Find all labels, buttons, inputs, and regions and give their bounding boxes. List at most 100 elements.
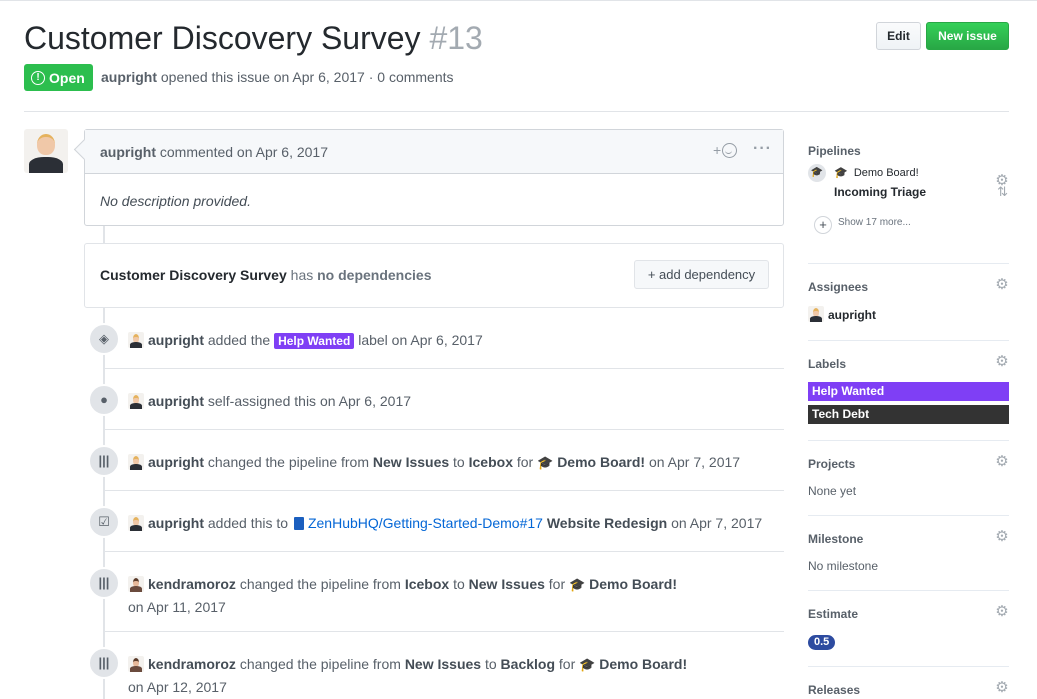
graduation-cap-icon: 🎓: [569, 577, 586, 592]
pipeline-to: Icebox: [468, 454, 513, 470]
event-separator: [104, 551, 784, 552]
comment-header: aupright commented on Apr 6, 2017 + ···: [85, 130, 783, 174]
gear-icon[interactable]: ⚙: [995, 604, 1009, 619]
issue-meta-text: opened this issue on Apr 6, 2017 · 0 com…: [160, 69, 454, 85]
event-action: added the: [207, 332, 271, 348]
add-reaction-button[interactable]: +: [713, 142, 738, 158]
event-user-link[interactable]: aupright: [148, 332, 204, 348]
epic-badge-icon: [293, 517, 304, 530]
event-separator: [104, 368, 784, 369]
user-avatar[interactable]: [128, 393, 144, 409]
dependencies-text: Customer Discovery Survey has no depende…: [100, 267, 431, 283]
sidebar-separator: [808, 590, 1009, 591]
event-date: on Apr 7, 2017: [648, 454, 741, 470]
gear-icon[interactable]: ⚙: [995, 354, 1009, 369]
show-more-label: Show 17 more...: [838, 217, 911, 228]
event-date: on Apr 12, 2017: [128, 679, 227, 695]
assignee-item[interactable]: aupright: [808, 306, 876, 322]
event-separator: [104, 429, 784, 430]
event-for-word: for: [516, 454, 534, 470]
pipeline-name[interactable]: Incoming Triage: [834, 185, 926, 199]
pipeline-icon: |||: [88, 567, 120, 599]
epic-name: Website Redesign: [546, 515, 668, 531]
sidebar-assignees: Assignees ⚙ aupright: [808, 277, 1009, 330]
pipeline-from: New Issues: [372, 454, 450, 470]
new-issue-button[interactable]: New issue: [926, 22, 1009, 50]
smiley-icon: [722, 143, 738, 158]
comment-action: commented on Apr 6, 2017: [159, 144, 328, 160]
sidebar-separator: [808, 515, 1009, 516]
event-separator: [104, 631, 784, 632]
gear-icon[interactable]: ⚙: [995, 454, 1009, 469]
sidebar-separator: [808, 263, 1009, 264]
dependencies-status: no dependencies: [317, 267, 432, 283]
label-tech-debt[interactable]: Tech Debt: [808, 405, 1009, 424]
edit-button[interactable]: Edit: [876, 22, 921, 50]
assignees-title: Assignees: [808, 280, 869, 294]
issue-author-link[interactable]: aupright: [101, 69, 157, 85]
issue-title-text: Customer Discovery Survey: [24, 20, 421, 56]
assignee-name: aupright: [828, 308, 876, 322]
help-wanted-label[interactable]: Help Wanted: [274, 333, 355, 349]
epic-icon: ☑: [88, 506, 120, 538]
labels-title: Labels: [808, 357, 847, 371]
event-user-link[interactable]: kendramoroz: [148, 656, 236, 672]
user-avatar[interactable]: [128, 332, 144, 348]
gear-icon[interactable]: ⚙: [995, 680, 1009, 695]
dependencies-has: has: [290, 267, 314, 283]
epic-link[interactable]: ZenHubHQ/Getting-Started-Demo#17: [308, 515, 543, 531]
event-user-link[interactable]: aupright: [148, 515, 204, 531]
issue-number: #13: [429, 20, 483, 56]
event-user-link[interactable]: aupright: [148, 454, 204, 470]
event-for-word: for: [548, 576, 566, 592]
milestone-title: Milestone: [808, 532, 864, 546]
dependencies-issue-name: Customer Discovery Survey: [100, 267, 287, 283]
plus-icon: +: [814, 216, 832, 234]
pipelines-title: Pipelines: [808, 144, 861, 158]
graduation-cap-icon: 🎓: [537, 455, 554, 470]
user-avatar[interactable]: [128, 576, 144, 592]
event-text: aupright self-assigned this on Apr 6, 20…: [128, 390, 411, 412]
event-text: kendramoroz changed the pipeline from Ne…: [128, 653, 687, 698]
pipeline-icon: |||: [88, 445, 120, 477]
pipeline-to: New Issues: [468, 576, 545, 592]
add-dependency-button[interactable]: + add dependency: [634, 260, 769, 289]
show-more-pipelines[interactable]: + Show 17 more...: [814, 216, 911, 234]
user-avatar[interactable]: [128, 656, 144, 672]
pipeline-from: New Issues: [404, 656, 482, 672]
event-user-link[interactable]: aupright: [148, 393, 204, 409]
pipeline-board-name: Demo Board!: [853, 167, 919, 179]
label-help-wanted[interactable]: Help Wanted: [808, 382, 1009, 401]
gear-icon[interactable]: ⚙: [995, 277, 1009, 292]
author-avatar[interactable]: [24, 129, 68, 173]
event-user-link[interactable]: kendramoroz: [148, 576, 236, 592]
projects-value: None yet: [808, 484, 857, 498]
event-text: kendramoroz changed the pipeline from Ic…: [128, 573, 677, 618]
event-to-word: to: [484, 656, 497, 672]
comment-author-link[interactable]: aupright: [100, 144, 156, 160]
comment-options-button[interactable]: ···: [753, 140, 772, 158]
comment-body: No description provided.: [100, 193, 251, 209]
gear-icon[interactable]: ⚙: [995, 529, 1009, 544]
pipeline-icon: |||: [88, 647, 120, 679]
sidebar-releases: Releases ⚙: [808, 680, 1009, 699]
event-date: on Apr 7, 2017: [671, 515, 763, 531]
estimate-badge[interactable]: 0.5: [808, 635, 836, 650]
sidebar-estimate: Estimate ⚙ 0.5: [808, 604, 1009, 652]
issue-opened-icon: !: [31, 70, 45, 85]
board-name: Demo Board!: [589, 576, 678, 592]
sidebar-labels: Labels ⚙ Help Wanted Tech Debt: [808, 354, 1009, 427]
comment-box: aupright commented on Apr 6, 2017 + ··· …: [84, 129, 784, 226]
swap-icon[interactable]: ⇅: [997, 184, 1008, 200]
event-action: self-assigned this on Apr 6, 2017: [207, 393, 412, 409]
event-action: changed the pipeline from: [239, 656, 401, 672]
tag-icon: ◈: [88, 323, 120, 355]
user-avatar[interactable]: [128, 454, 144, 470]
sidebar-projects: Projects ⚙ None yet: [808, 454, 1009, 502]
issue-meta: aupright opened this issue on Apr 6, 201…: [101, 69, 454, 85]
board-name: Demo Board!: [557, 454, 646, 470]
estimate-title: Estimate: [808, 607, 859, 621]
user-avatar[interactable]: [128, 515, 144, 531]
sidebar-separator: [808, 340, 1009, 341]
board-name: Demo Board!: [599, 656, 688, 672]
